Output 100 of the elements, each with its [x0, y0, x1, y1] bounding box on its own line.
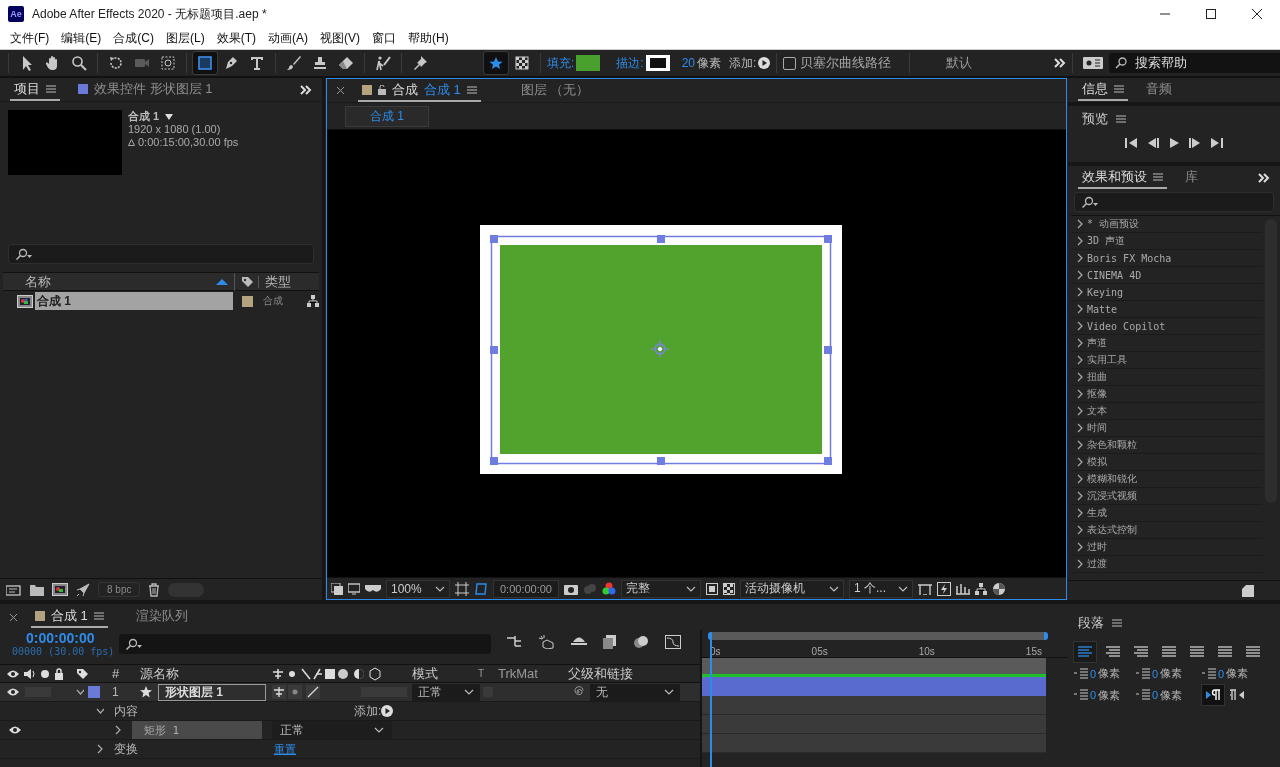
- effect-category[interactable]: 实用工具: [1071, 352, 1262, 369]
- pick-whip-icon[interactable]: [572, 686, 584, 698]
- parent-dropdown[interactable]: 无: [590, 683, 680, 701]
- menu-item[interactable]: 编辑(E): [55, 30, 108, 47]
- workspace-settings-icon[interactable]: [1083, 57, 1104, 69]
- toggle-pixel-aspect-icon[interactable]: [918, 582, 932, 595]
- bit-depth-button[interactable]: 8 bpc: [98, 582, 141, 597]
- monitor-icon[interactable]: [348, 582, 360, 595]
- lock-icon[interactable]: [378, 84, 386, 95]
- layer-switch-icons[interactable]: [272, 685, 304, 699]
- menu-item[interactable]: 动画(A): [262, 30, 314, 47]
- more-icon[interactable]: [1258, 173, 1270, 183]
- flowchart-icon[interactable]: [975, 582, 987, 595]
- effect-category[interactable]: Matte: [1071, 301, 1262, 318]
- more-icon[interactable]: [300, 84, 312, 95]
- menu-icon[interactable]: [46, 83, 56, 94]
- column-header[interactable]: TrkMat: [498, 666, 568, 681]
- column-header[interactable]: 名称: [25, 272, 51, 291]
- menu-item[interactable]: 效果(T): [210, 30, 262, 47]
- shape-group-name[interactable]: 矩形 1: [132, 721, 262, 739]
- folder-icon[interactable]: [30, 583, 44, 596]
- eye-icon[interactable]: [6, 668, 20, 679]
- views-dropdown[interactable]: 1 个...: [849, 579, 913, 598]
- effect-category[interactable]: CINEMA 4D: [1071, 267, 1262, 284]
- effect-category[interactable]: 抠像: [1071, 386, 1262, 403]
- panel-tab[interactable]: 合成 合成 1: [358, 79, 481, 102]
- effect-category[interactable]: 生成: [1071, 505, 1262, 522]
- current-time-display[interactable]: 0:00:00:00: [12, 630, 120, 646]
- panel-tab[interactable]: 图层 （无）: [516, 79, 594, 102]
- previous-frame-icon[interactable]: [1147, 138, 1159, 148]
- menu-icon[interactable]: [1116, 114, 1126, 124]
- frame-blending-icon[interactable]: [603, 635, 618, 649]
- maximize-icon[interactable]: [1206, 9, 1216, 19]
- graph-editor-icon[interactable]: [665, 635, 682, 649]
- menu-item[interactable]: 文件(F): [4, 30, 56, 47]
- timeline-icon[interactable]: [956, 582, 970, 595]
- eye-icon[interactable]: [8, 725, 22, 735]
- effect-category[interactable]: 扭曲: [1071, 369, 1262, 386]
- rocket-icon[interactable]: [76, 582, 90, 597]
- shy-layers-icon[interactable]: [571, 635, 588, 647]
- effect-category[interactable]: 模糊和锐化: [1071, 471, 1262, 488]
- column-header[interactable]: 父级和链接: [568, 664, 700, 683]
- play-circle-icon[interactable]: [758, 57, 771, 69]
- panel-tab[interactable]: 渲染队列: [131, 606, 192, 628]
- effect-category[interactable]: Video Copilot: [1071, 318, 1262, 335]
- dropdown-caret-icon[interactable]: [165, 113, 174, 120]
- menu-icon[interactable]: [1153, 172, 1163, 182]
- comp-breadcrumb[interactable]: 合成 1: [345, 105, 429, 127]
- effect-category[interactable]: 声道: [1071, 335, 1262, 352]
- new-composition-icon[interactable]: [52, 583, 68, 596]
- effect-category[interactable]: 表达式控制: [1071, 522, 1262, 539]
- close-icon[interactable]: [1252, 9, 1262, 19]
- current-time-field[interactable]: 0:00:00:00: [493, 579, 559, 598]
- composition-flowchart-icon[interactable]: [507, 635, 524, 647]
- quality-slash-icon[interactable]: [306, 685, 320, 699]
- panel-tab[interactable]: 音频: [1142, 79, 1176, 101]
- play-icon[interactable]: [1169, 138, 1179, 148]
- transparency-grid-icon[interactable]: [723, 582, 735, 595]
- fill-swatch[interactable]: [576, 55, 601, 71]
- indent-value[interactable]: 0: [1090, 689, 1097, 701]
- reset-link[interactable]: 重置: [274, 741, 296, 757]
- indent-value[interactable]: 0: [1218, 667, 1225, 680]
- interpret-footage-icon[interactable]: [6, 583, 22, 596]
- draft-3d-icon[interactable]: [539, 635, 556, 649]
- menu-icon[interactable]: [1114, 84, 1124, 94]
- menu-item[interactable]: 视图(V): [314, 30, 366, 47]
- solo-icon[interactable]: [40, 668, 50, 679]
- project-search-field[interactable]: [8, 244, 314, 264]
- effect-category[interactable]: 杂色和颗粒: [1071, 437, 1262, 454]
- resolution-dropdown[interactable]: 完整: [621, 579, 701, 598]
- checkbox[interactable]: [783, 56, 797, 70]
- hierarchy-icon[interactable]: [307, 295, 319, 307]
- menu-item[interactable]: 合成(C): [107, 30, 160, 47]
- play-circle-icon[interactable]: [381, 705, 394, 717]
- effect-category[interactable]: 模拟: [1071, 454, 1262, 471]
- camera-dropdown[interactable]: 活动摄像机: [740, 579, 844, 598]
- camera-snapshot-icon[interactable]: [564, 582, 578, 595]
- mask-icon[interactable]: [365, 582, 381, 595]
- layer-search-field[interactable]: [119, 634, 492, 654]
- effect-category[interactable]: 沉浸式视频: [1071, 488, 1262, 505]
- zoom-dropdown[interactable]: 100%: [386, 579, 450, 598]
- panel-tab[interactable]: 效果控件 形状图层 1: [74, 78, 217, 101]
- direction-button[interactable]: [1202, 685, 1224, 705]
- stroke-width-value[interactable]: 20: [681, 56, 696, 70]
- blend-mode-dropdown[interactable]: 正常: [412, 683, 480, 701]
- layer-label-color[interactable]: [88, 686, 100, 698]
- mask-path-icon[interactable]: [474, 581, 488, 596]
- reset-exposure-icon[interactable]: [992, 581, 1006, 596]
- label-swatch[interactable]: [35, 611, 45, 621]
- align-button[interactable]: [1074, 642, 1096, 662]
- menu-icon[interactable]: [93, 611, 104, 621]
- tool-button[interactable]: [484, 52, 508, 74]
- color-channels-icon[interactable]: [602, 581, 616, 596]
- effect-category[interactable]: 文本: [1071, 403, 1262, 420]
- last-frame-icon[interactable]: [1211, 138, 1223, 148]
- label-swatch[interactable]: [241, 295, 253, 307]
- panel-tab[interactable]: 合成 1: [31, 606, 108, 628]
- effect-category[interactable]: 3D 声道: [1071, 233, 1262, 250]
- motion-blur-icon[interactable]: [633, 635, 650, 649]
- layer-name-field[interactable]: 形状图层 1: [158, 683, 266, 701]
